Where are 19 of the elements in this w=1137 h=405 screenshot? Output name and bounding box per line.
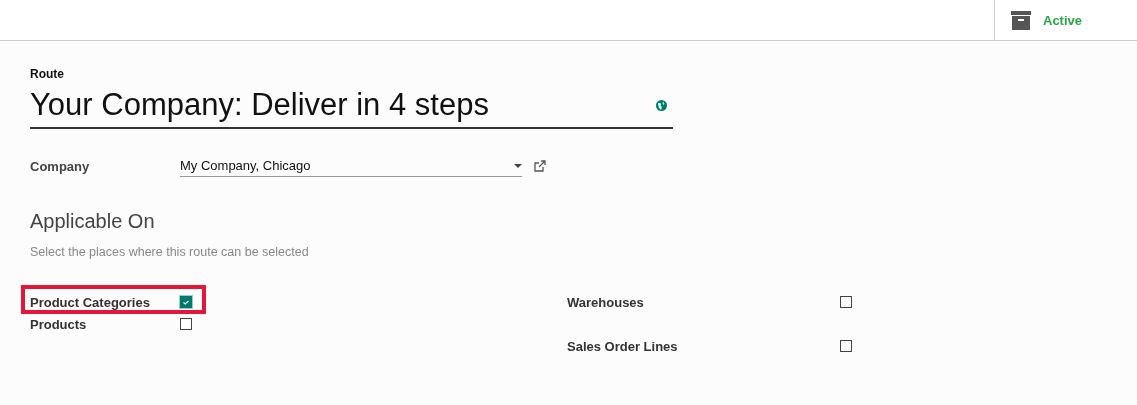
checkbox[interactable] (840, 340, 852, 352)
field-label: Company (30, 158, 91, 174)
globe-icon[interactable] (656, 99, 667, 111)
option-label: Products (30, 316, 88, 332)
field-label: Route (30, 67, 65, 81)
section-hint: Select the places where this route can be selected (30, 245, 310, 259)
archive-icon (1011, 10, 1031, 30)
option-label: Sales Order Lines (567, 338, 679, 354)
checkbox[interactable] (180, 296, 192, 308)
option-label: Warehouses (567, 294, 645, 310)
external-link-icon[interactable] (534, 160, 546, 172)
option-label: Product Categories (30, 294, 151, 310)
company-dropdown[interactable]: My Company, Chicago (180, 155, 522, 177)
name-field[interactable]: Your Company: Deliver in 4 steps (30, 83, 673, 129)
checkmark-icon (183, 299, 189, 305)
checkbox[interactable] (180, 318, 192, 330)
checkbox[interactable] (840, 296, 852, 308)
caret-icon (514, 163, 522, 168)
section-title: Applicable On (30, 210, 156, 233)
